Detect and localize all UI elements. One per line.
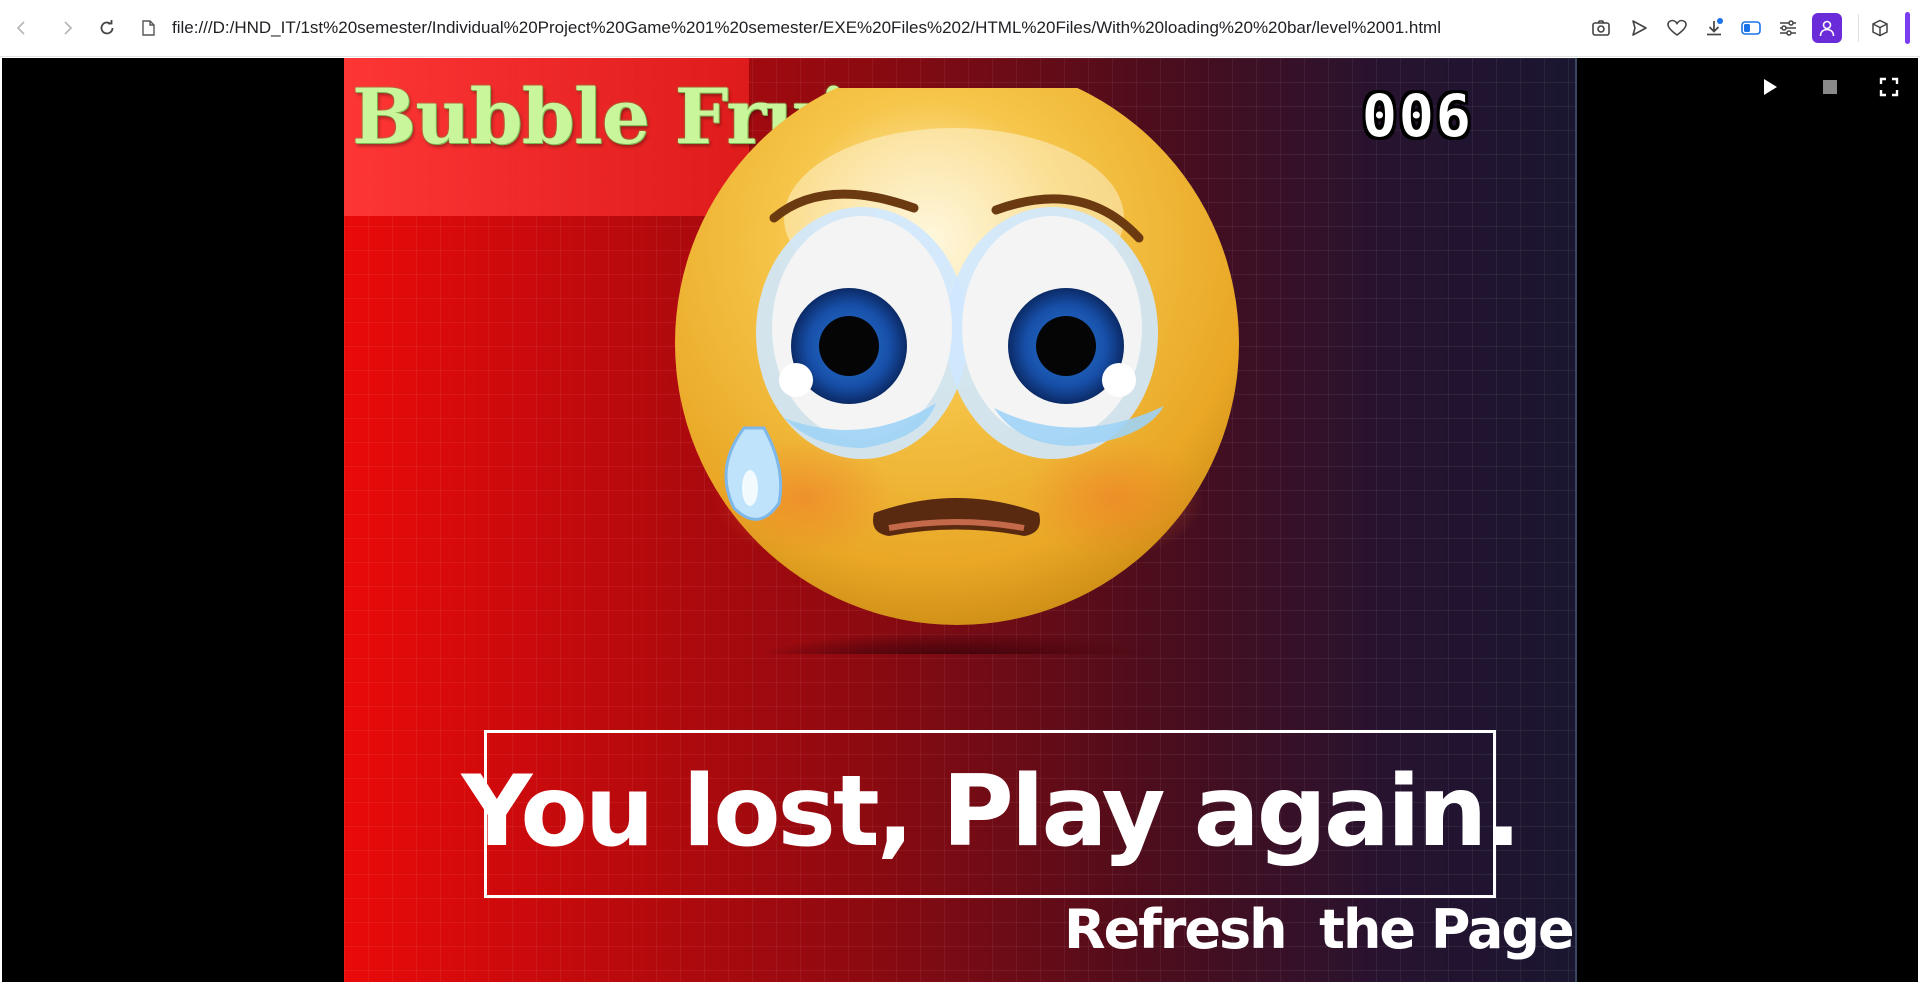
send-icon[interactable]	[1625, 14, 1653, 42]
crying-face-icon	[675, 88, 1239, 654]
stage-border	[1575, 58, 1577, 982]
stop-icon[interactable]	[1815, 72, 1845, 102]
profile-icon[interactable]	[1812, 13, 1842, 43]
camera-icon[interactable]	[1587, 14, 1615, 42]
fullscreen-icon[interactable]	[1874, 72, 1904, 102]
reload-icon[interactable]	[91, 12, 123, 44]
forward-icon[interactable]	[51, 12, 83, 44]
file-icon	[140, 19, 156, 37]
download-icon[interactable]	[1700, 14, 1728, 42]
score-counter: 006	[1362, 82, 1473, 150]
extensions-icon[interactable]	[1866, 14, 1894, 42]
page-viewport: Bubble Fruit 006 You lost, Play again. R…	[2, 58, 1918, 982]
toolbar-separator	[1858, 14, 1859, 42]
lose-message-box: You lost, Play again.	[461, 730, 1522, 898]
refresh-instruction: Refresh the Page	[1064, 898, 1575, 961]
sidebar-icon[interactable]	[1737, 14, 1765, 42]
sidebar-accent	[1905, 12, 1910, 44]
back-icon[interactable]	[6, 12, 38, 44]
game-canvas[interactable]: Bubble Fruit 006 You lost, Play again. R…	[344, 58, 1577, 982]
play-icon[interactable]	[1755, 72, 1785, 102]
heart-icon[interactable]	[1663, 14, 1691, 42]
url-text[interactable]: file:///D:/HND_IT/1st%20semester/Individ…	[172, 18, 1441, 38]
address-bar[interactable]: file:///D:/HND_IT/1st%20semester/Individ…	[140, 13, 1441, 43]
browser-toolbar: file:///D:/HND_IT/1st%20semester/Individ…	[0, 0, 1920, 57]
lose-message: You lost, Play again.	[461, 755, 1521, 869]
settings-icon[interactable]	[1774, 14, 1802, 42]
